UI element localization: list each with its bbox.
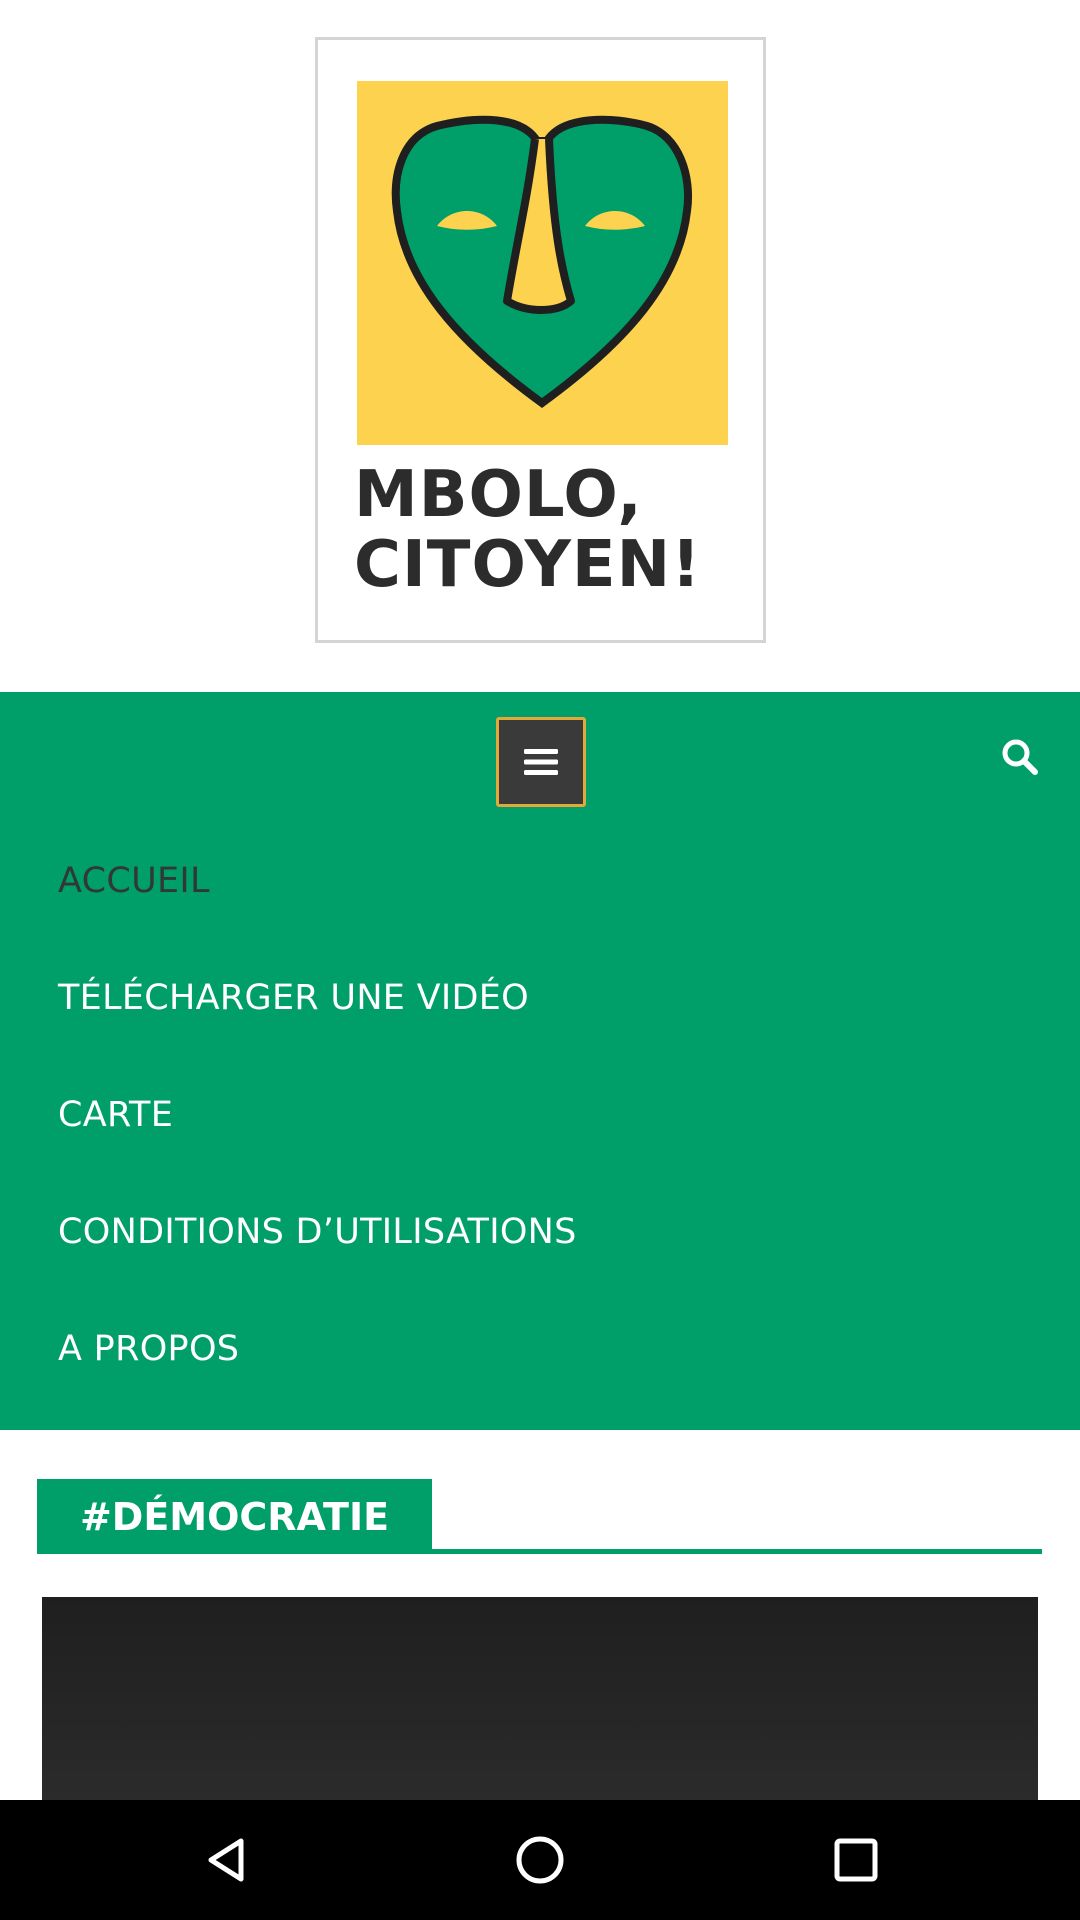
nav-item-telecharger-video[interactable]: TÉLÉCHARGER UNE VIDÉO <box>0 939 1080 1056</box>
nav-item-accueil[interactable]: ACCUEIL <box>0 822 1080 939</box>
hamburger-icon <box>524 749 558 775</box>
recents-icon <box>834 1838 878 1882</box>
site-header: MBOLO, CITOYEN! <box>0 0 1080 692</box>
nav-item-a-propos[interactable]: A PROPOS <box>0 1290 1080 1407</box>
nav-menu: ACCUEIL TÉLÉCHARGER UNE VIDÉO CARTE COND… <box>0 822 1080 1407</box>
recents-button[interactable] <box>826 1830 886 1890</box>
system-navigation-bar <box>0 1800 1080 1920</box>
section-header: #DÉMOCRATIE <box>37 1479 1042 1554</box>
video-player[interactable] <box>42 1597 1038 1800</box>
section-title[interactable]: #DÉMOCRATIE <box>37 1479 432 1554</box>
site-logo[interactable]: MBOLO, CITOYEN! <box>315 37 766 643</box>
search-icon <box>1002 739 1038 775</box>
mask-logo-icon <box>357 81 728 445</box>
logo-line-2: CITOYEN! <box>354 528 702 602</box>
back-icon <box>208 1838 244 1882</box>
menu-toggle-button[interactable] <box>496 717 586 807</box>
nav-item-carte[interactable]: CARTE <box>0 1056 1080 1173</box>
back-button[interactable] <box>196 1830 256 1890</box>
logo-wordmark: MBOLO, CITOYEN! <box>354 460 734 600</box>
logo-line-1: MBOLO, <box>354 458 643 532</box>
main-navigation: ACCUEIL TÉLÉCHARGER UNE VIDÉO CARTE COND… <box>0 692 1080 1430</box>
home-button[interactable] <box>510 1830 570 1890</box>
search-button[interactable] <box>995 732 1045 782</box>
nav-item-conditions[interactable]: CONDITIONS D’UTILISATIONS <box>0 1173 1080 1290</box>
home-icon <box>516 1836 564 1884</box>
